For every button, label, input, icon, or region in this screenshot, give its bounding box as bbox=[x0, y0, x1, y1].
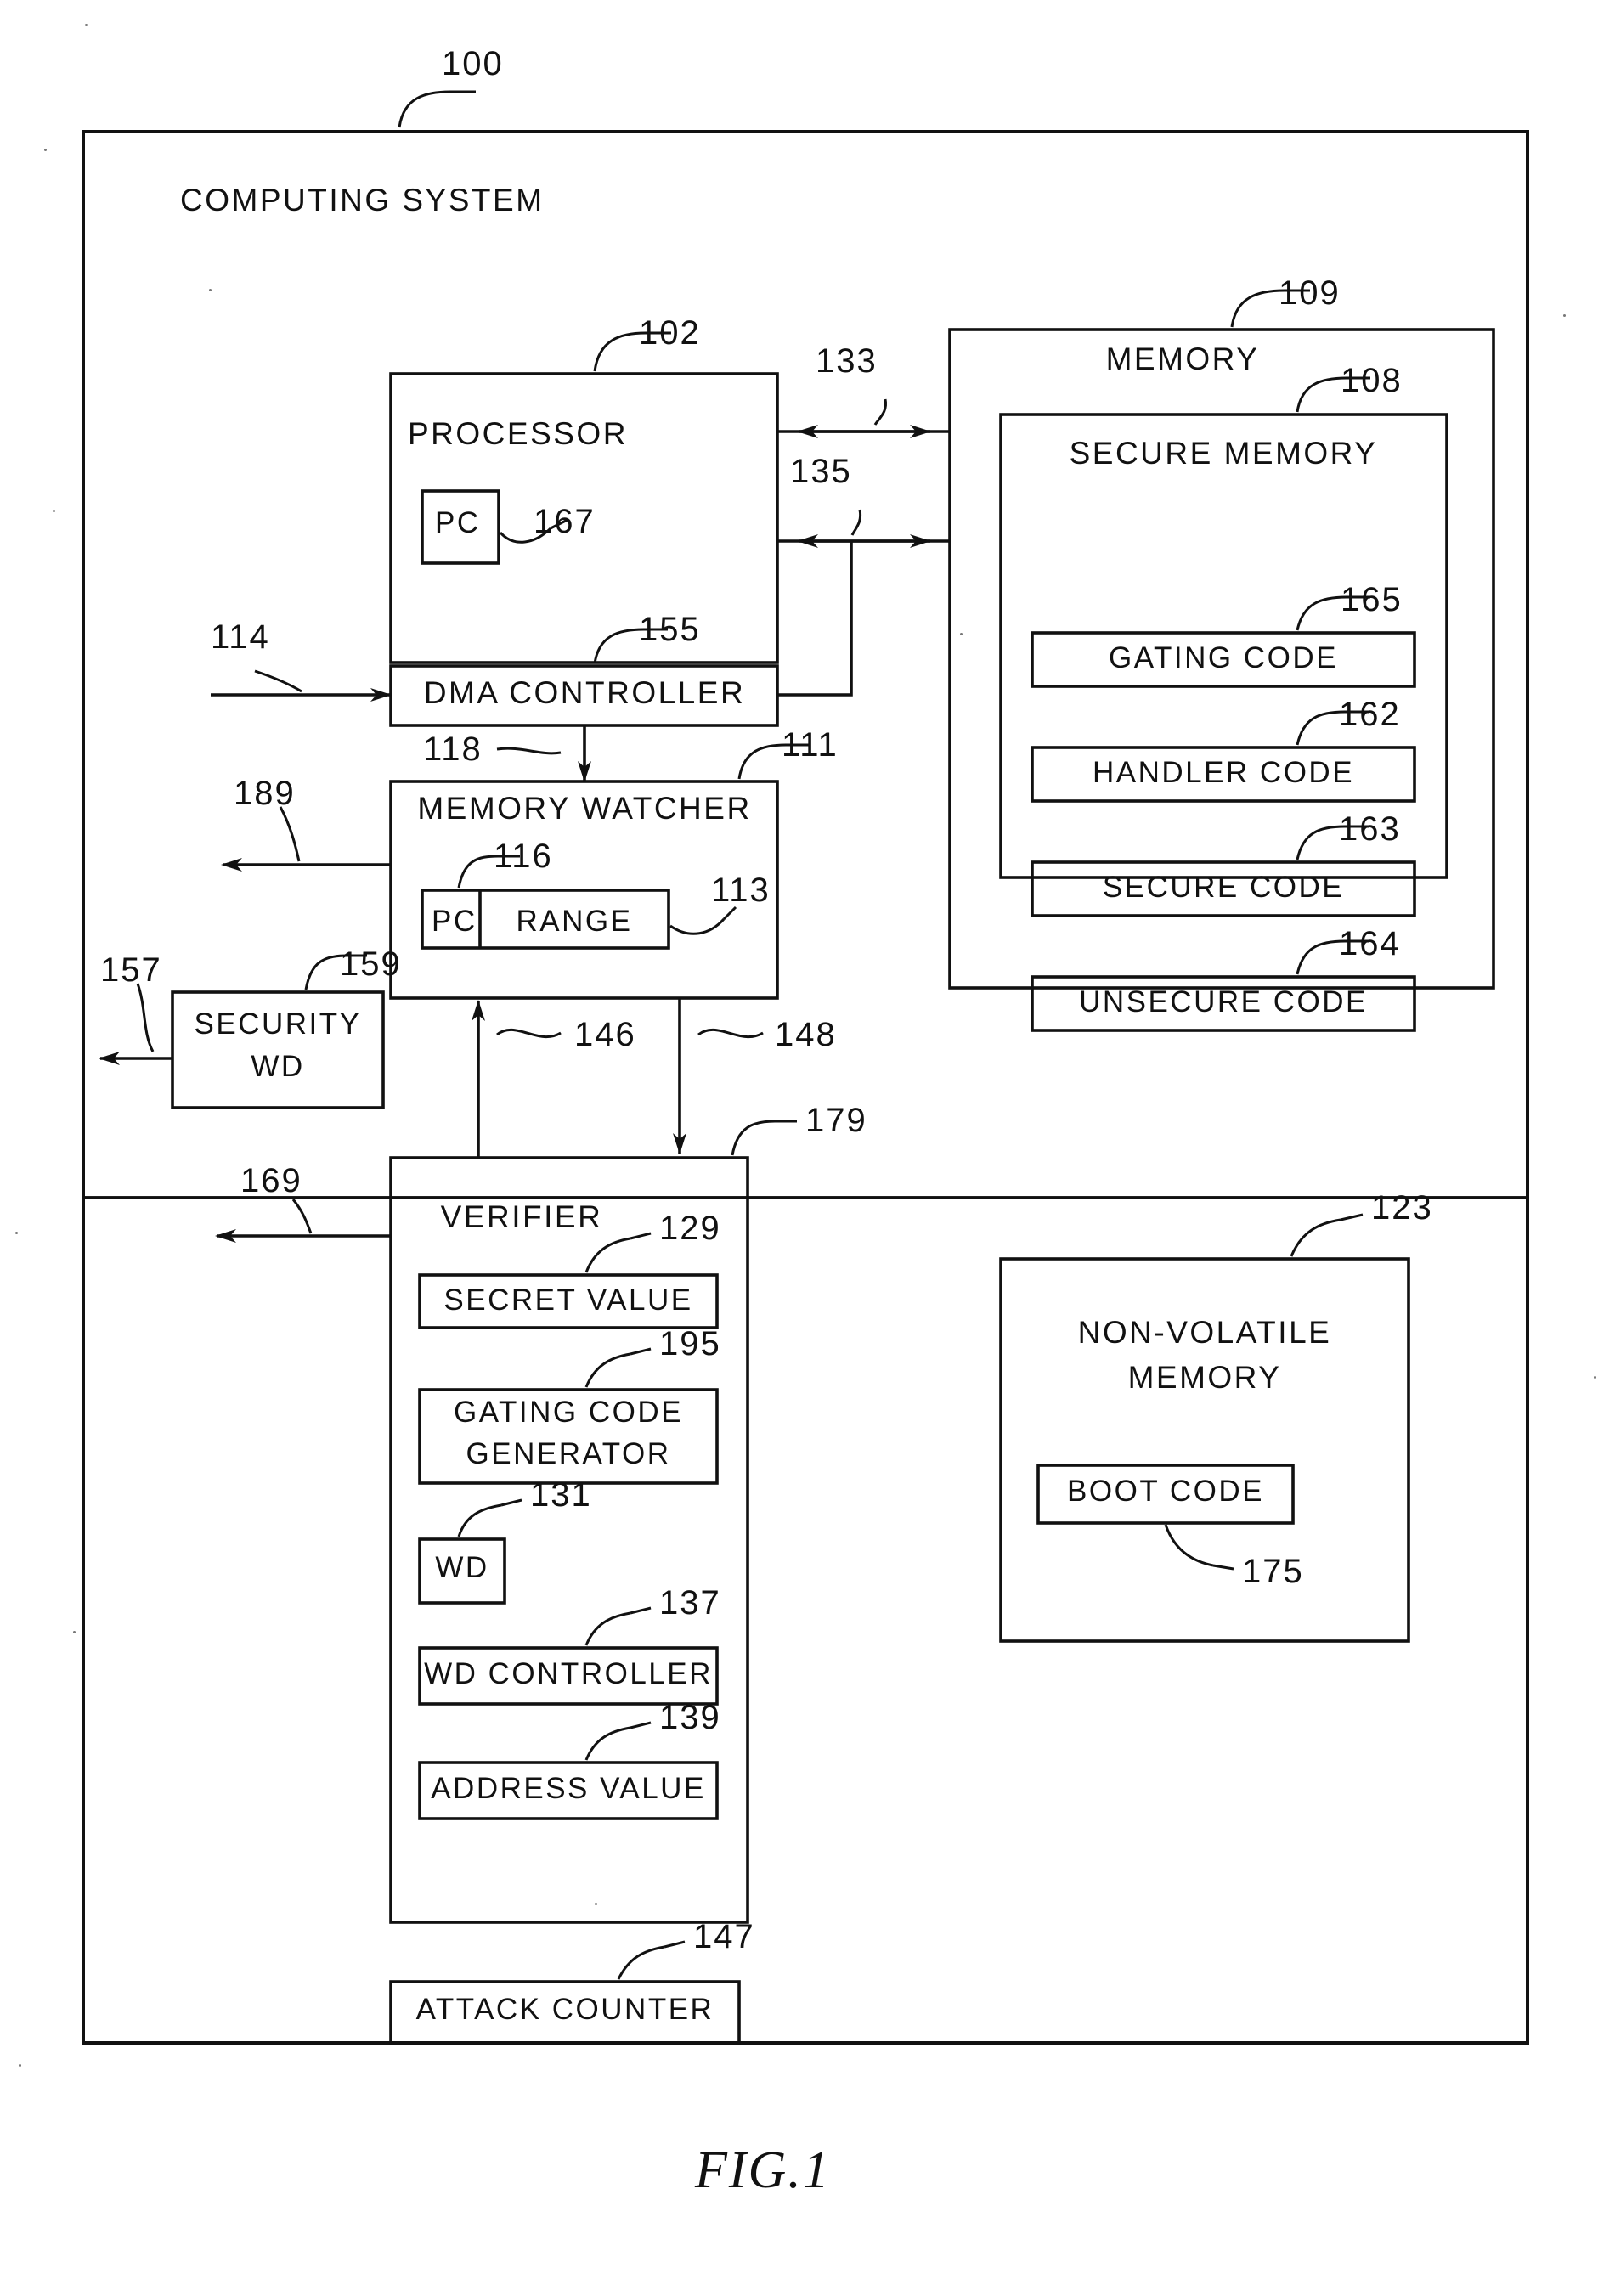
secure-code-label: SECURE CODE bbox=[1102, 871, 1345, 904]
memory-watcher-label: MEMORY WATCHER bbox=[417, 791, 752, 826]
scan-speck bbox=[960, 633, 963, 635]
boot-code-label: BOOT CODE bbox=[1067, 1475, 1264, 1508]
computing-system-title: COMPUTING SYSTEM bbox=[180, 183, 545, 217]
ref-111: 111 bbox=[782, 726, 839, 764]
ref-100: 100 bbox=[442, 45, 504, 82]
scan-speck bbox=[73, 1631, 76, 1633]
gating-code-generator-label-line2: GENERATOR bbox=[466, 1437, 671, 1470]
patent-figure-page: COMPUTING SYSTEM 100 PROCESSOR 102 PC 16… bbox=[0, 0, 1615, 2296]
gating-code-generator-label-line1: GATING CODE bbox=[454, 1396, 683, 1429]
non-volatile-memory-label-line1: NON-VOLATILE bbox=[1077, 1315, 1332, 1350]
secret-value-label: SECRET VALUE bbox=[443, 1283, 693, 1317]
secure-memory-label: SECURE MEMORY bbox=[1069, 436, 1378, 471]
scan-speck bbox=[1563, 314, 1566, 317]
unsecure-code-label: UNSECURE CODE bbox=[1079, 985, 1368, 1018]
ref-129: 129 bbox=[659, 1210, 721, 1247]
dma-controller-label: DMA CONTROLLER bbox=[423, 675, 746, 710]
ref-162: 162 bbox=[1339, 696, 1401, 733]
ref-165: 165 bbox=[1341, 581, 1403, 618]
ref-113: 113 bbox=[711, 872, 771, 909]
ref-109: 109 bbox=[1279, 274, 1341, 312]
ref-155: 155 bbox=[639, 611, 701, 648]
scan-speck bbox=[1594, 1376, 1596, 1379]
ref-164: 164 bbox=[1339, 925, 1401, 962]
security-wd-label-line1: SECURITY bbox=[194, 1007, 362, 1041]
ref-146: 146 bbox=[574, 1016, 636, 1053]
scan-speck bbox=[595, 1903, 597, 1905]
ref-148: 148 bbox=[775, 1016, 837, 1053]
figure-caption: FIG.1 bbox=[695, 2141, 831, 2199]
ref-139: 139 bbox=[659, 1699, 721, 1736]
scan-speck bbox=[209, 289, 212, 291]
scan-speck bbox=[44, 149, 47, 151]
ref-102: 102 bbox=[639, 314, 701, 352]
attack-counter-label: ATTACK COUNTER bbox=[415, 1993, 714, 2026]
scan-speck bbox=[19, 2064, 21, 2067]
memory-label: MEMORY bbox=[1105, 341, 1260, 376]
pc-register-label: PC bbox=[435, 506, 481, 539]
scan-speck bbox=[85, 24, 88, 26]
diagram-line-layer bbox=[82, 90, 1529, 2045]
ref-163: 163 bbox=[1339, 810, 1401, 848]
non-volatile-memory-label-line2: MEMORY bbox=[1127, 1360, 1282, 1395]
scan-speck bbox=[15, 1232, 18, 1234]
address-value-label: ADDRESS VALUE bbox=[431, 1772, 706, 1805]
ref-167: 167 bbox=[534, 503, 596, 540]
security-wd-label-line2: WD bbox=[251, 1050, 305, 1083]
ref-179: 179 bbox=[805, 1102, 867, 1139]
watcher-pc-label: PC bbox=[432, 905, 477, 938]
ref-123: 123 bbox=[1371, 1189, 1433, 1227]
ref-175: 175 bbox=[1242, 1553, 1304, 1590]
ref-159: 159 bbox=[340, 945, 402, 983]
scan-speck bbox=[53, 510, 55, 512]
ref-114: 114 bbox=[211, 618, 270, 656]
ref-195: 195 bbox=[659, 1325, 721, 1362]
ref-118: 118 bbox=[423, 731, 483, 768]
ref-131: 131 bbox=[530, 1476, 592, 1514]
wd-label: WD bbox=[435, 1551, 489, 1584]
watcher-range-label: RANGE bbox=[516, 905, 633, 938]
handler-code-label: HANDLER CODE bbox=[1092, 756, 1355, 789]
ref-116: 116 bbox=[494, 838, 553, 875]
processor-label: PROCESSOR bbox=[408, 416, 628, 451]
verifier-label: VERIFIER bbox=[440, 1199, 603, 1234]
ref-157: 157 bbox=[100, 951, 162, 989]
ref-108: 108 bbox=[1341, 362, 1403, 399]
ref-135: 135 bbox=[790, 453, 852, 490]
ref-133: 133 bbox=[816, 342, 878, 380]
ref-169: 169 bbox=[240, 1162, 302, 1199]
ref-189: 189 bbox=[234, 775, 296, 812]
ref-147: 147 bbox=[693, 1918, 755, 1955]
gating-code-label: GATING CODE bbox=[1109, 641, 1338, 674]
ref-137: 137 bbox=[659, 1584, 721, 1622]
wd-controller-label: WD CONTROLLER bbox=[424, 1657, 713, 1690]
